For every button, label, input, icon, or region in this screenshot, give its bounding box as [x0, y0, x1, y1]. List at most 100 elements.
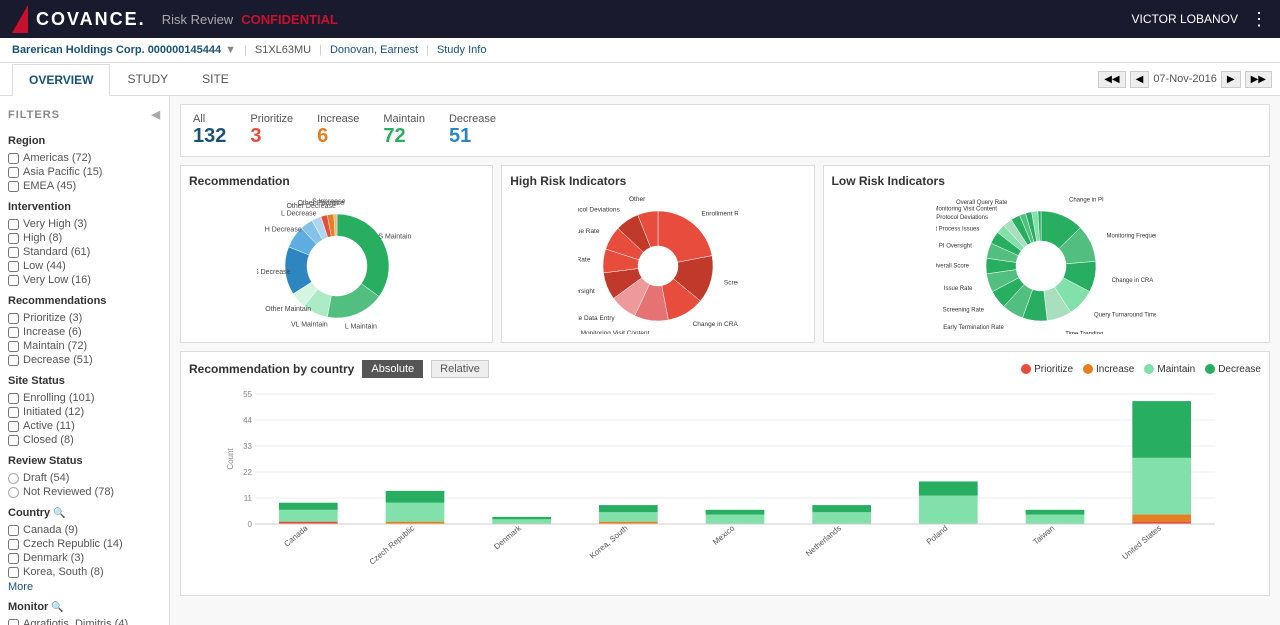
- sidebar-checkbox[interactable]: [8, 153, 19, 164]
- tab-overview[interactable]: OVERVIEW: [12, 64, 110, 96]
- sidebar-item-label: EMEA (45): [23, 180, 76, 192]
- sidebar-item-label: Asia Pacific (15): [23, 166, 102, 178]
- bar-segment: [919, 481, 978, 495]
- bar-segment: [1132, 515, 1191, 522]
- search-icon[interactable]: 🔍: [48, 602, 63, 613]
- sidebar-item[interactable]: EMEA (45): [8, 179, 161, 193]
- sidebar-item[interactable]: Closed (8): [8, 433, 161, 447]
- recommendation-donut-svg: S MaintainL MaintainVL MaintainOther Mai…: [257, 194, 417, 334]
- logo-text: COVANCE.: [36, 9, 146, 30]
- header-menu-icon[interactable]: ⋮: [1250, 9, 1268, 30]
- donut-label: Change in PI: [1069, 197, 1104, 203]
- sidebar-item-label: Draft (54): [23, 472, 69, 484]
- sidebar-checkbox[interactable]: [8, 525, 19, 536]
- sidebar-checkbox[interactable]: [8, 393, 19, 404]
- sidebar-item[interactable]: Maintain (72): [8, 339, 161, 353]
- sidebar-item[interactable]: Not Reviewed (78): [8, 485, 161, 499]
- sidebar-checkbox[interactable]: [8, 567, 19, 578]
- bar-legend: PrioritizeIncreaseMaintainDecrease: [1021, 364, 1261, 375]
- sidebar-checkbox[interactable]: [8, 327, 19, 338]
- dropdown-icon[interactable]: ▼: [225, 44, 236, 56]
- sidebar-checkbox[interactable]: [8, 219, 19, 230]
- sidebar-item-label: Initiated (12): [23, 406, 84, 418]
- sidebar-checkbox[interactable]: [8, 181, 19, 192]
- sidebar-item[interactable]: Standard (61): [8, 245, 161, 259]
- header-right: VICTOR LOBANOV ⋮: [1132, 9, 1268, 30]
- sidebar-item[interactable]: Enrolling (101): [8, 391, 161, 405]
- sidebar-item[interactable]: Low (44): [8, 259, 161, 273]
- sidebar-collapse-btn[interactable]: ◀: [152, 108, 161, 121]
- sidebar-checkbox[interactable]: [8, 167, 19, 178]
- sidebar-item-label: Standard (61): [23, 246, 90, 258]
- summary-row: All132Prioritize3Increase6Maintain72Decr…: [180, 104, 1270, 157]
- recommendation-chart-title: Recommendation: [189, 174, 484, 188]
- sidebar-section-region: Region: [8, 135, 161, 147]
- sidebar-item[interactable]: High (8): [8, 231, 161, 245]
- bar-segment: [1132, 458, 1191, 515]
- donut-label: VL Maintain: [291, 322, 328, 329]
- sidebar-item[interactable]: Asia Pacific (15): [8, 165, 161, 179]
- sidebar-item[interactable]: Denmark (3): [8, 551, 161, 565]
- study-name[interactable]: Barerican Holdings Corp. 000000145444: [12, 44, 221, 56]
- nav-last-btn[interactable]: ▶▶: [1245, 71, 1272, 88]
- header-confidential: CONFIDENTIAL: [241, 12, 338, 27]
- bar-segment: [386, 491, 445, 503]
- sidebar-item[interactable]: Decrease (51): [8, 353, 161, 367]
- sidebar-checkbox[interactable]: [8, 407, 19, 418]
- absolute-toggle-btn[interactable]: Absolute: [362, 360, 423, 378]
- sidebar-item[interactable]: Very High (3): [8, 217, 161, 231]
- sidebar-item[interactable]: Americas (72): [8, 151, 161, 165]
- donut-label: L Decrease: [281, 210, 317, 217]
- nav-next-btn[interactable]: ▶: [1221, 71, 1241, 88]
- tab-site[interactable]: SITE: [185, 63, 246, 95]
- app-header: COVANCE. Risk Review CONFIDENTIAL VICTOR…: [0, 0, 1280, 38]
- search-icon[interactable]: 🔍: [50, 508, 65, 519]
- sidebar-item[interactable]: Draft (54): [8, 471, 161, 485]
- sidebar-checkbox[interactable]: [8, 313, 19, 324]
- sidebar-checkbox[interactable]: [8, 275, 19, 286]
- main-layout: FILTERS ◀ RegionAmericas (72)Asia Pacifi…: [0, 96, 1280, 625]
- sidebar-item[interactable]: Canada (9): [8, 523, 161, 537]
- summary-label: Increase: [317, 113, 359, 125]
- sidebar-checkbox[interactable]: [8, 553, 19, 564]
- bar-segment: [706, 510, 765, 515]
- sidebar-item-label: Maintain (72): [23, 340, 87, 352]
- sidebar-item[interactable]: Active (11): [8, 419, 161, 433]
- sidebar-item[interactable]: Increase (6): [8, 325, 161, 339]
- sidebar-item[interactable]: Agrafiotis, Dimitris (4): [8, 617, 161, 625]
- bar-segment: [492, 519, 551, 524]
- sidebar-checkbox[interactable]: [8, 539, 19, 550]
- study-info-link[interactable]: Study Info: [437, 44, 487, 56]
- nav-first-btn[interactable]: ◀◀: [1098, 71, 1125, 88]
- donut-label: Other Maintain: [265, 306, 311, 313]
- sidebar-item[interactable]: Prioritize (3): [8, 311, 161, 325]
- sidebar-item[interactable]: Very Low (16): [8, 273, 161, 287]
- tab-study[interactable]: STUDY: [110, 63, 185, 95]
- sidebar-item[interactable]: Czech Republic (14): [8, 537, 161, 551]
- sidebar-more-link[interactable]: More: [8, 581, 161, 593]
- sidebar-checkbox[interactable]: [8, 341, 19, 352]
- donut-label: Important Protocol Deviations: [936, 215, 988, 221]
- donut-label: S Maintain: [378, 233, 411, 240]
- y-axis-label: 33: [243, 442, 252, 451]
- sidebar-checkbox[interactable]: [8, 421, 19, 432]
- relative-toggle-btn[interactable]: Relative: [431, 360, 489, 378]
- sidebar-checkbox[interactable]: [8, 261, 19, 272]
- donut-label: Issue Rate: [944, 286, 973, 292]
- donut-label: Late Data Entry: [578, 315, 615, 322]
- sidebar-item[interactable]: Initiated (12): [8, 405, 161, 419]
- sidebar-item-label: Very High (3): [23, 218, 87, 230]
- sidebar-item[interactable]: Korea, South (8): [8, 565, 161, 579]
- pi-link[interactable]: Donovan, Earnest: [330, 44, 418, 56]
- tabs-bar: OVERVIEW STUDY SITE ◀◀ ◀ 07-Nov-2016 ▶ ▶…: [0, 63, 1280, 96]
- sidebar-checkbox[interactable]: [8, 233, 19, 244]
- bar-country-label: Canada: [282, 523, 310, 548]
- bar-segment: [706, 515, 765, 524]
- sidebar-checkbox[interactable]: [8, 355, 19, 366]
- summary-value: 6: [317, 125, 359, 148]
- sidebar-checkbox[interactable]: [8, 435, 19, 446]
- y-axis-label: 44: [243, 416, 252, 425]
- sidebar-checkbox[interactable]: [8, 619, 19, 625]
- nav-prev-btn[interactable]: ◀: [1130, 71, 1150, 88]
- sidebar-checkbox[interactable]: [8, 247, 19, 258]
